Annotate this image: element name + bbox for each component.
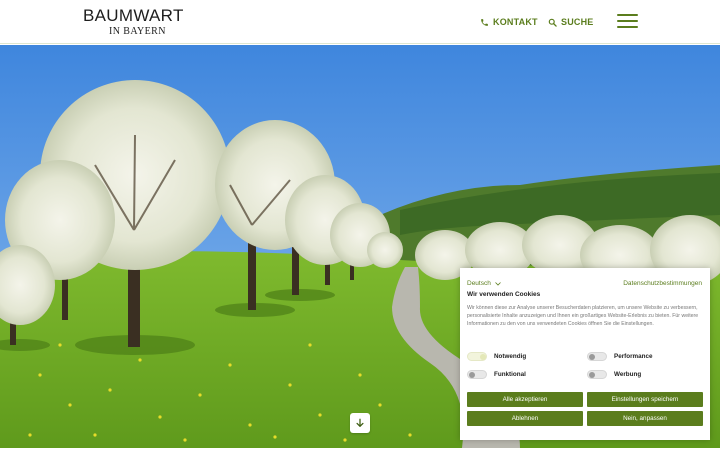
language-label: Deutsch	[467, 280, 491, 287]
option-advertising[interactable]: Werbung	[587, 370, 641, 379]
accept-all-button[interactable]: Alle akzeptieren	[467, 392, 583, 407]
logo-subtitle: IN BAYERN	[109, 26, 166, 37]
scroll-down-button[interactable]	[350, 413, 370, 433]
advertising-label: Werbung	[614, 371, 642, 378]
arrow-down-icon	[356, 418, 364, 427]
advertising-toggle[interactable]	[587, 370, 607, 379]
hamburger-icon[interactable]	[617, 14, 638, 30]
performance-label: Performance	[614, 353, 653, 360]
nav-search-label: SUCHE	[561, 17, 594, 27]
option-performance[interactable]: Performance	[587, 352, 653, 361]
search-icon	[548, 18, 557, 27]
cookie-title: Wir verwenden Cookies	[467, 291, 541, 298]
cookie-consent-dialog: Deutsch Datenschutzbestimmungen Wir verw…	[460, 268, 710, 440]
save-settings-button[interactable]: Einstellungen speichern	[587, 392, 703, 407]
site-header: BAUMWART IN BAYERN KONTAKT SUCHE	[0, 0, 720, 44]
necessary-toggle[interactable]	[467, 352, 487, 361]
site-logo[interactable]: BAUMWART IN BAYERN	[83, 6, 193, 40]
functional-label: Funktional	[494, 371, 526, 378]
nav-contact-link[interactable]: KONTAKT	[480, 15, 538, 29]
nav-contact-label: KONTAKT	[493, 17, 538, 27]
option-necessary[interactable]: Notwendig	[467, 352, 526, 361]
cookie-description: Wir können diese zur Analyse unserer Bes…	[467, 305, 699, 328]
option-functional[interactable]: Funktional	[467, 370, 526, 379]
functional-toggle[interactable]	[467, 370, 487, 379]
language-selector[interactable]: Deutsch	[467, 280, 501, 287]
reject-button[interactable]: Ablehnen	[467, 411, 583, 426]
logo-title: BAUMWART	[83, 6, 184, 25]
nav-search-link[interactable]: SUCHE	[548, 15, 594, 29]
performance-toggle[interactable]	[587, 352, 607, 361]
necessary-label: Notwendig	[494, 353, 527, 360]
phone-icon	[481, 18, 488, 26]
privacy-policy-link[interactable]: Datenschutzbestimmungen	[623, 280, 702, 287]
chevron-down-icon	[495, 281, 501, 286]
adjust-button[interactable]: Nein, anpassen	[587, 411, 703, 426]
